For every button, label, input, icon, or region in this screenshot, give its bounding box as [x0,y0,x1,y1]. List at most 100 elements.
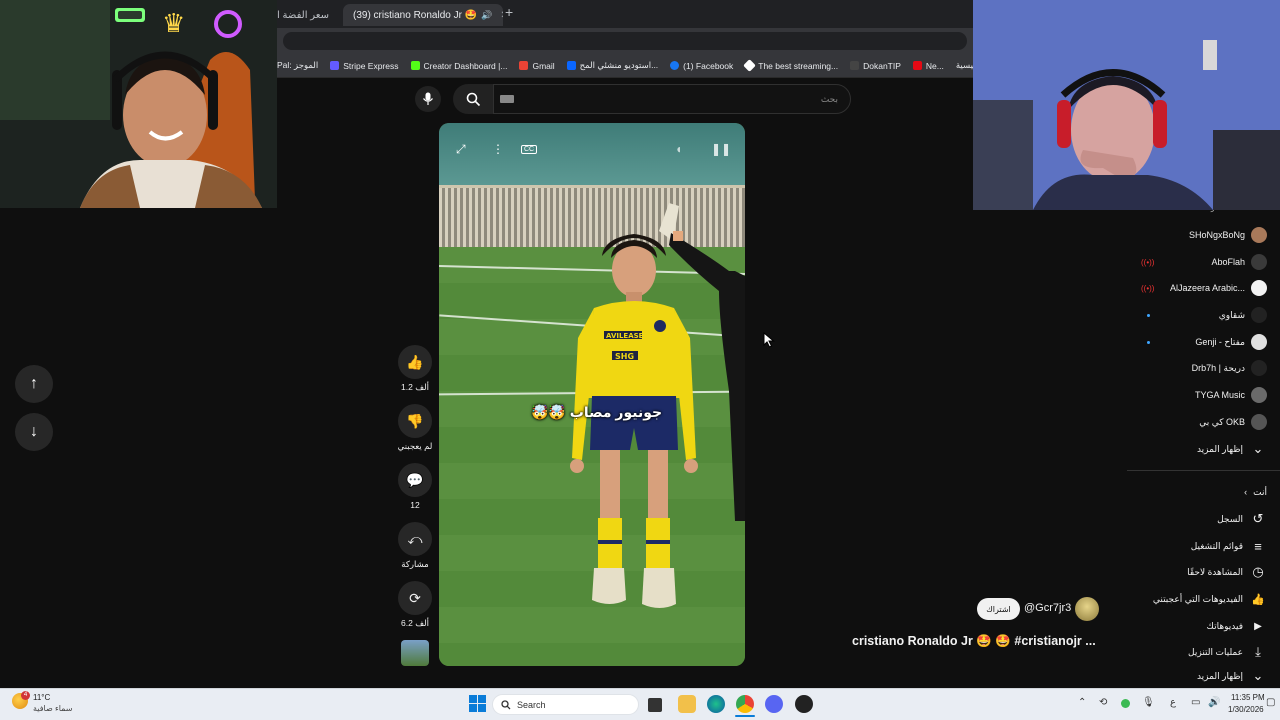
sync-icon[interactable]: ⟲ [1099,697,1107,708]
bookmark-item[interactable]: The best streaming... [743,59,838,72]
new-content-dot [1147,313,1150,317]
share-button[interactable]: ⤺ [398,522,432,556]
monitor-icon[interactable]: ▭ [1191,697,1200,708]
bookmark-item[interactable]: استوديو منشئي المح... [566,60,658,71]
bookmark-item[interactable]: Ne... [912,61,944,71]
sidebar-item-playlists[interactable]: قوائم التشغيل ≡ [1127,535,1267,557]
kick-icon [410,61,420,70]
like-button[interactable]: 👍 [398,345,432,379]
volume-tray-icon[interactable]: 🔊 [1208,697,1220,708]
tab-label: (39) cristiano Ronaldo Jr 🤩 [353,9,478,21]
bookmark-item[interactable]: Gmail [519,61,555,71]
bookmark-item[interactable]: Creator Dashboard |... [410,61,507,71]
sidebar-item-liked-videos[interactable]: الفيديوهات التي أعجبتني 👍 [1127,588,1267,610]
taskbar-search[interactable]: Search [492,694,639,715]
status-icon[interactable] [1121,699,1130,708]
close-tab-icon[interactable]: ✕ [500,10,503,21]
sidebar-subscription-item[interactable]: Drb7h | دريحة [1127,357,1267,379]
previous-video-button[interactable]: ↑ [15,365,53,403]
bookmark-item[interactable]: الصفحة الرئيسية - [956,60,973,71]
volume-icon[interactable]: ◖ [675,142,682,156]
streamer-left-image: ♛ [0,0,277,208]
live-icon: ((•)) [1141,283,1155,293]
language-indicator[interactable]: ع [1170,697,1176,708]
meta-icon [566,61,576,70]
expand-icon[interactable]: ⤢ [456,142,466,157]
weather-badge: 4 [21,691,30,700]
webcam-right [973,0,1280,210]
speaker-icon[interactable]: 🔊 [481,10,492,21]
more-options-icon[interactable]: ⋮ [492,142,504,156]
file-explorer-icon[interactable] [678,695,696,713]
notification-icon[interactable]: ▢ [1266,697,1275,708]
browser-tab[interactable]: سعر الفضة ا ✕ [277,4,337,26]
search-button[interactable] [453,84,493,114]
sidebar-subscription-item[interactable]: كي بي OKB [1127,411,1267,433]
channel-avatar[interactable] [1075,597,1099,621]
windows-logo-icon [478,695,486,703]
discord-icon[interactable] [765,695,783,713]
bookmarks-bar: Pal: الموجز Stripe Express Creator Dashb… [277,54,973,78]
browser-tab-active[interactable]: (39) cristiano Ronaldo Jr 🤩 🔊 ✕ [343,4,503,26]
sidebar-item-watch-later[interactable]: المشاهدة لاحقًا ◷ [1127,561,1267,583]
edge-icon[interactable] [707,695,725,713]
tab-label: سعر الفضة ا [277,9,329,21]
sound-thumbnail[interactable] [401,640,429,666]
address-bar[interactable] [283,32,967,50]
windows-logo-icon [478,704,486,712]
chevron-left-icon: ‹ [1244,487,1248,497]
remix-button[interactable]: ⟳ [398,581,432,615]
clock-date[interactable]: 1/30/2026 [1228,705,1264,714]
sidebar-show-more[interactable]: إظهار المزيد ⌄ [1127,438,1267,460]
sidebar-you-header[interactable]: ‹ أنت [1127,481,1267,503]
stripe-icon [330,61,340,70]
sidebar-subscription-item[interactable]: شقاوي [1127,304,1267,326]
share-icon: ⤺ [407,530,423,547]
video-caption: جونيور مصاب 🤯🤯 [531,404,663,420]
bookmark-item[interactable]: Stripe Express [330,61,399,71]
comments-button[interactable]: 💬 [398,463,432,497]
captions-icon[interactable]: CC [521,144,538,154]
dislike-button[interactable]: 👎 [398,404,432,438]
bookmark-item[interactable]: Pal: الموجز [277,60,318,71]
shorts-video-player[interactable]: ⤢ ⋮ CC ◖ ❚❚ AVILEASE SHG جونيور مصاب 🤯🤯 [439,123,745,666]
start-button[interactable] [469,695,486,712]
microphone-icon [422,92,434,105]
sidebar-item-your-videos[interactable]: فيديوهاتك ▶ [1127,615,1267,637]
player-figure: AVILEASE SHG [570,234,698,608]
weather-temperature[interactable]: 11°C [33,693,50,702]
like-count: 1.2 ألف [401,382,429,392]
chevron-down-icon: ⌄ [1252,668,1264,683]
chrome-icon[interactable] [736,695,754,713]
sidebar-subscription-item[interactable]: SHoNgxBoNg [1127,224,1267,246]
microphone-tray-icon[interactable]: 🎙 [1142,697,1155,708]
bookmark-item[interactable]: (1) Facebook [670,61,733,71]
chevron-up-icon[interactable]: ⌃ [1078,697,1086,708]
search-input[interactable]: بحث [493,84,851,114]
task-view-icon[interactable] [648,698,662,712]
pause-icon[interactable]: ❚❚ [711,142,731,156]
subscribe-button[interactable]: اشتراك [977,598,1020,620]
channel-avatar-icon [1251,334,1267,350]
clock-time[interactable]: 11:35 PM [1231,693,1265,702]
voice-search-button[interactable] [415,86,441,112]
search-icon [466,92,480,106]
keyboard-icon[interactable] [500,95,514,103]
sidebar-item-history[interactable]: السجل ↺ [1127,508,1267,530]
sidebar-subscription-item[interactable]: TYGA Music [1127,384,1267,406]
arrow-down-icon: ↓ [30,423,38,440]
obs-icon[interactable] [795,695,813,713]
sidebar-subscription-item[interactable]: ((•)) AboFlah [1127,251,1267,273]
bookmark-item[interactable]: DokanTIP [850,61,901,71]
sidebar-subscription-item[interactable]: ((•)) AlJazeera Arabic... [1127,277,1267,299]
weather-description[interactable]: سماء صافية [33,704,73,713]
sidebar-show-more-2[interactable]: إظهار المزيد ⌄ [1127,666,1267,686]
next-video-button[interactable]: ↓ [15,413,53,451]
sidebar-subscription-item[interactable]: Genji - مفتاح [1127,331,1267,353]
channel-name[interactable]: @Gcr7jr3 [1024,602,1071,614]
clock-icon: ◷ [1252,564,1264,579]
new-tab-button[interactable]: + [505,4,513,20]
sidebar-item-downloads[interactable]: عمليات التنزيل ⤓ [1127,641,1267,663]
channel-avatar-icon [1251,360,1267,376]
webcam-left: ♛ [0,0,277,208]
